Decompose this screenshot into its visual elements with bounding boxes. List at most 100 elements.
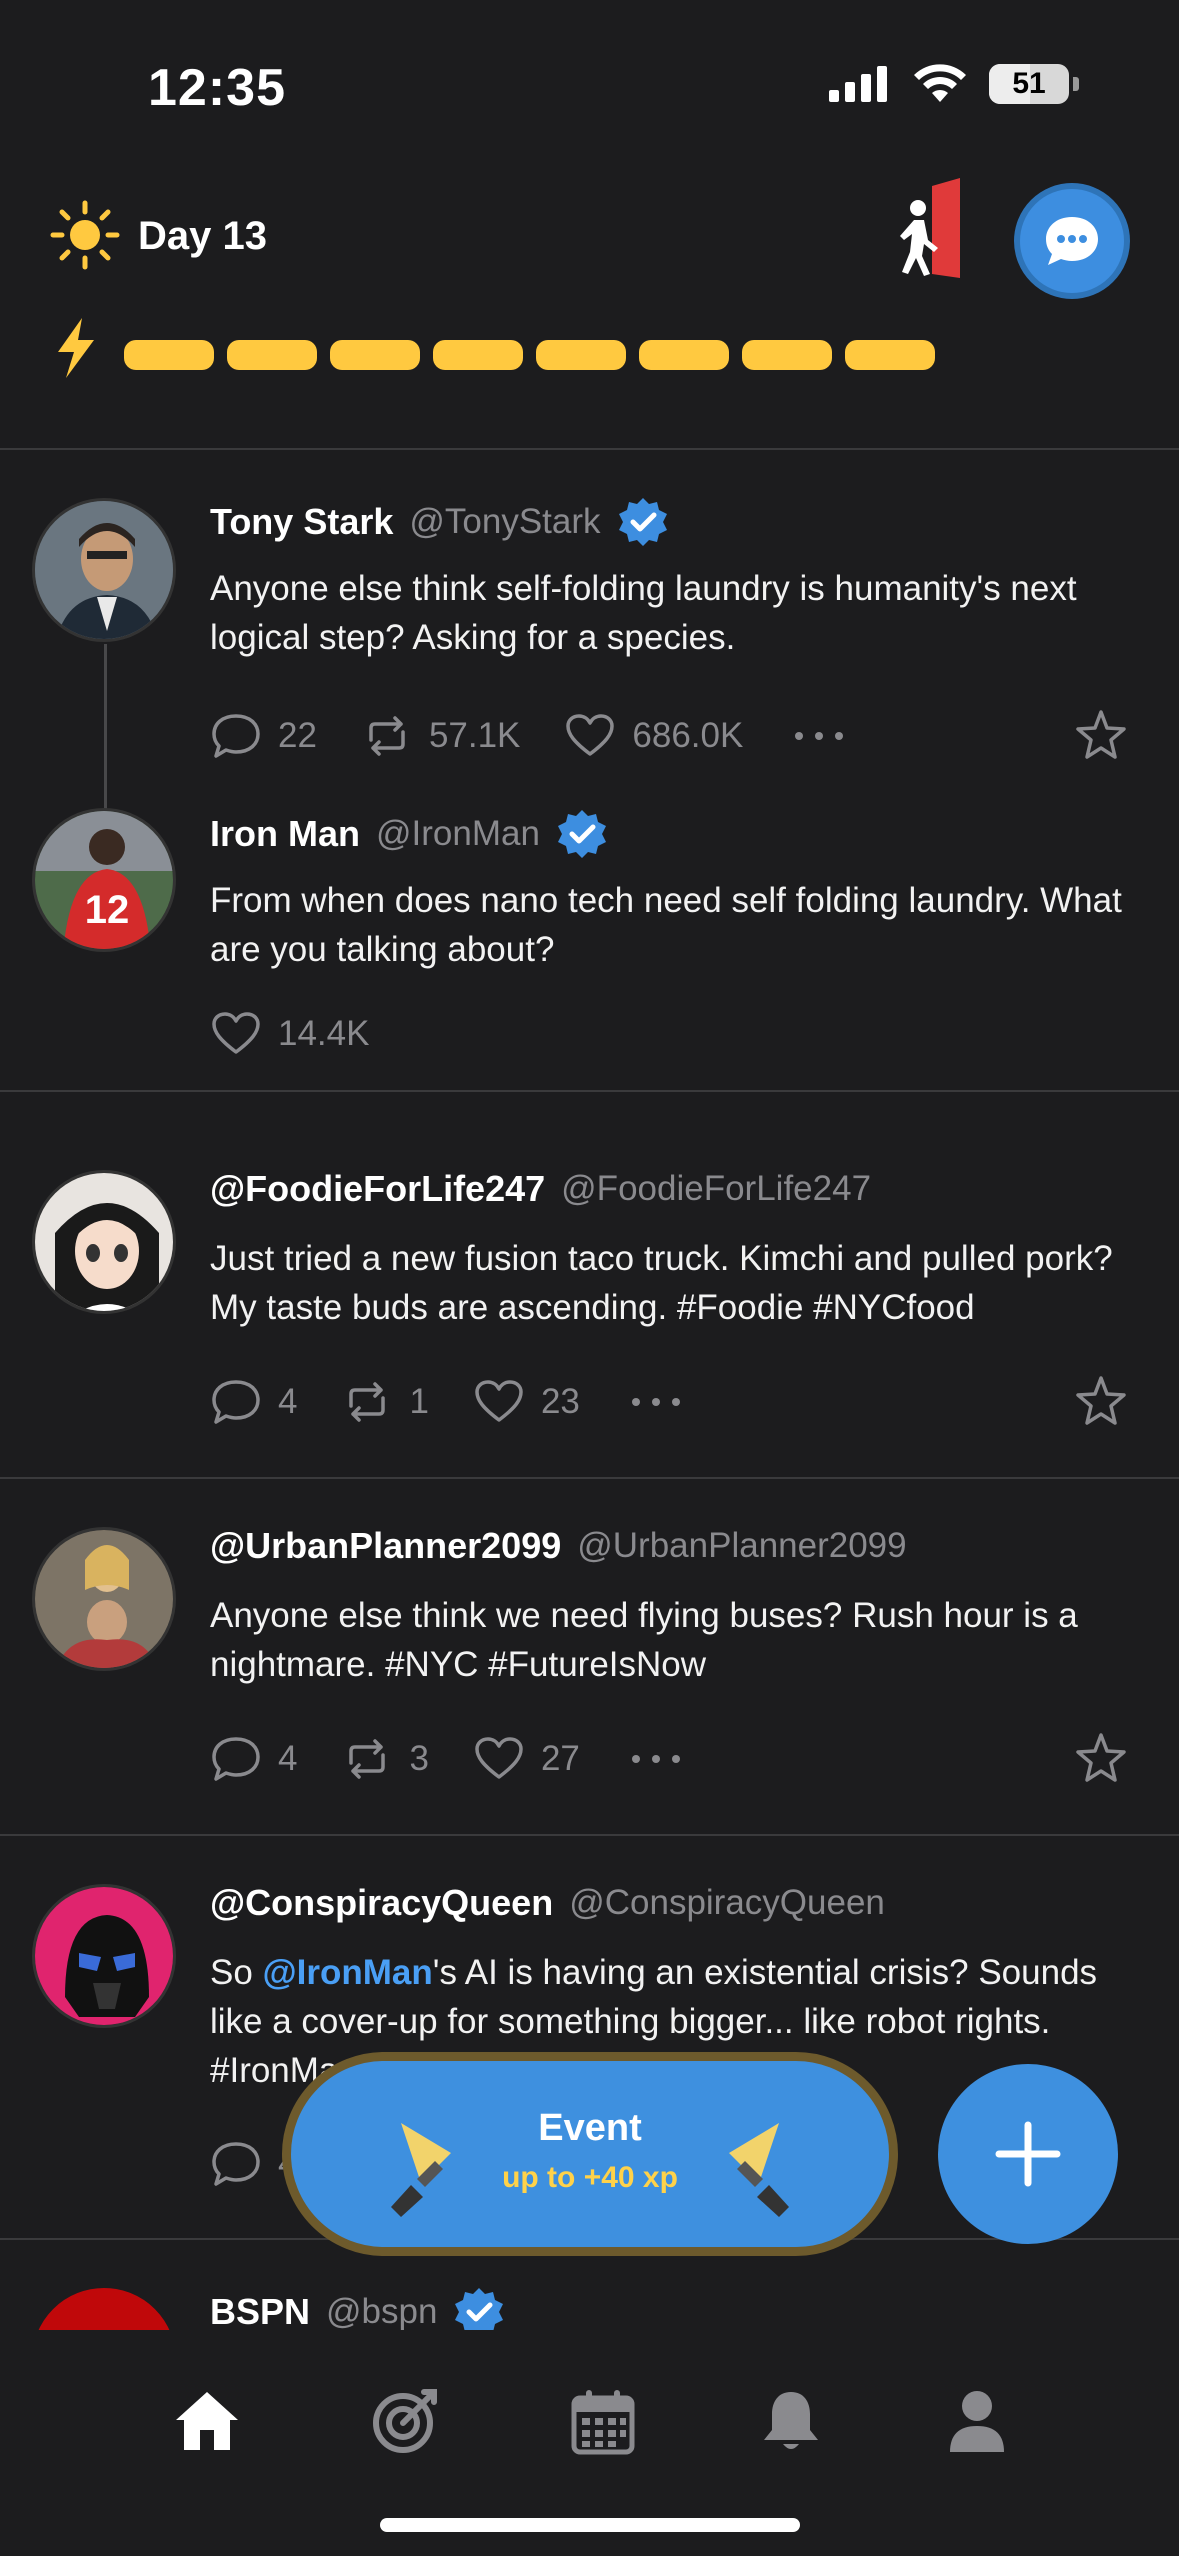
star-icon[interactable] — [1072, 707, 1130, 765]
reply-icon — [212, 1737, 260, 1781]
thread-connector — [104, 644, 107, 814]
status-bar: 12:35 51 — [0, 0, 1179, 170]
star-icon[interactable] — [1072, 1373, 1130, 1431]
plus-icon — [995, 2121, 1061, 2187]
target-icon[interactable] — [370, 2386, 440, 2456]
home-indicator — [380, 2518, 800, 2532]
post-header: @FoodieForLife247 @FoodieForLife247 — [210, 1168, 871, 1210]
like-button[interactable]: 23 — [473, 1376, 580, 1428]
repost-button[interactable]: 57.1K — [361, 710, 520, 762]
calendar-icon[interactable] — [568, 2386, 638, 2456]
reply-icon — [212, 1380, 260, 1424]
energy-segment — [330, 340, 420, 370]
energy-bolt-icon — [58, 318, 94, 378]
post-header: @ConspiracyQueen @ConspiracyQueen — [210, 1882, 885, 1924]
more-options-icon[interactable] — [795, 732, 844, 740]
author-name[interactable]: Tony Stark — [210, 501, 393, 543]
status-icons: 51 — [829, 64, 1079, 104]
post-header: Iron Man @IronMan — [210, 808, 608, 860]
profile-icon[interactable] — [942, 2386, 1012, 2456]
heart-icon — [475, 1380, 523, 1422]
reply-count: 4 — [278, 1382, 298, 1421]
avatar-portrait: 12 — [35, 811, 173, 949]
battery-indicator: 51 — [989, 64, 1069, 104]
author-handle[interactable]: @ConspiracyQueen — [569, 1883, 885, 1923]
post-actions: 4 1 23 — [210, 1372, 1130, 1432]
event-button[interactable]: Event up to +40 xp — [282, 2052, 898, 2256]
author-handle[interactable]: @IronMan — [376, 814, 540, 854]
repost-count: 3 — [409, 1739, 429, 1778]
like-button[interactable]: 14.4K — [210, 1008, 369, 1060]
post-text: Just tried a new fusion taco truck. Kimc… — [210, 1239, 1113, 1327]
day-label: Day 13 — [138, 214, 267, 258]
compose-button[interactable] — [938, 2064, 1118, 2244]
post-actions: 14.4K — [210, 1004, 1130, 1064]
like-count: 27 — [540, 1739, 580, 1778]
event-subtitle: up to +40 xp — [502, 2161, 678, 2194]
post-text: From when does nano tech need self foldi… — [210, 881, 1122, 969]
avatar[interactable] — [32, 1527, 176, 1671]
reply-button[interactable]: 22 — [210, 710, 317, 762]
mention-link[interactable]: @IronMan — [263, 1953, 433, 1992]
sun-icon — [50, 200, 120, 270]
author-name[interactable]: Iron Man — [210, 813, 360, 855]
author-name[interactable]: @ConspiracyQueen — [210, 1882, 553, 1924]
like-count: 23 — [540, 1382, 580, 1421]
post-header: @UrbanPlanner2099 @UrbanPlanner2099 — [210, 1525, 907, 1567]
author-handle[interactable]: @bspn — [326, 2292, 437, 2332]
author-handle[interactable]: @TonyStark — [409, 502, 600, 542]
author-handle[interactable]: @FoodieForLife247 — [561, 1169, 871, 1209]
event-title: Event — [538, 2107, 642, 2149]
heart-icon — [566, 714, 615, 756]
divider — [0, 1090, 1179, 1092]
avatar[interactable] — [32, 498, 176, 642]
repost-count: 57.1K — [428, 716, 521, 755]
avatar[interactable] — [32, 1170, 176, 1314]
author-name[interactable]: BSPN — [210, 2291, 310, 2333]
flashlight-icon — [729, 2123, 789, 2217]
energy-segment — [124, 340, 214, 370]
reply-icon — [212, 2142, 260, 2186]
like-button[interactable]: 27 — [473, 1733, 580, 1785]
reply-button[interactable]: 4 — [210, 1733, 297, 1785]
wifi-icon — [914, 64, 966, 102]
post-actions: 4 3 27 — [210, 1729, 1130, 1789]
home-icon[interactable] — [172, 2386, 242, 2456]
energy-segment — [433, 340, 523, 370]
status-time: 12:35 — [148, 59, 286, 117]
reply-button[interactable]: 4 — [210, 1376, 297, 1428]
avatar-portrait — [35, 501, 173, 639]
divider — [0, 448, 1179, 450]
author-name[interactable]: @FoodieForLife247 — [210, 1168, 545, 1210]
repost-icon — [349, 1382, 386, 1422]
more-options-icon[interactable] — [631, 1755, 680, 1763]
author-handle[interactable]: @UrbanPlanner2099 — [577, 1526, 906, 1566]
more-options-icon[interactable] — [631, 1398, 680, 1406]
post-text: Anyone else think we need flying buses? … — [210, 1596, 1078, 1684]
chat-button[interactable] — [1014, 183, 1130, 299]
post-actions: 22 57.1K 686.0K — [210, 706, 1130, 766]
bell-icon[interactable] — [756, 2386, 826, 2456]
avatar-portrait — [35, 1173, 173, 1311]
signal-icon — [829, 66, 887, 102]
energy-segment — [639, 340, 729, 370]
svg-text:12: 12 — [85, 888, 130, 932]
verified-badge-icon — [557, 810, 606, 858]
star-icon[interactable] — [1072, 1730, 1130, 1788]
avatar[interactable]: 12 — [32, 808, 176, 952]
energy-segment — [845, 340, 935, 370]
energy-segment — [227, 340, 317, 370]
author-name[interactable]: @UrbanPlanner2099 — [210, 1525, 561, 1567]
exit-door-icon[interactable] — [888, 178, 968, 288]
verified-badge-icon — [618, 498, 667, 546]
repost-icon — [369, 716, 405, 756]
repost-button[interactable]: 3 — [341, 1733, 429, 1785]
energy-segment — [536, 340, 626, 370]
game-header: Day 13 — [0, 178, 1179, 458]
energy-segment — [742, 340, 832, 370]
avatar-portrait — [35, 1887, 173, 2025]
reply-count: 22 — [278, 716, 317, 755]
like-button[interactable]: 686.0K — [564, 710, 743, 762]
avatar[interactable] — [32, 1884, 176, 2028]
repost-button[interactable]: 1 — [341, 1376, 429, 1428]
